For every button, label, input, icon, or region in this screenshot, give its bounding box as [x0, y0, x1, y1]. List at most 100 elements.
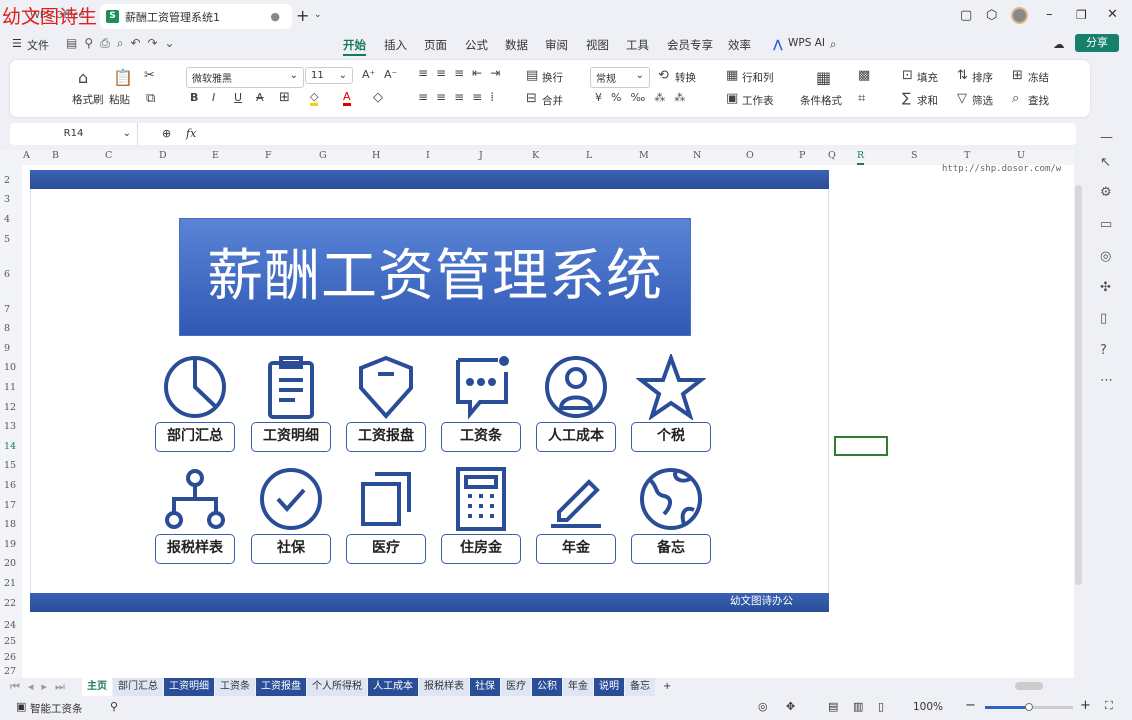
sheet-tab[interactable]: 人工成本 [368, 678, 418, 696]
macro-icon[interactable]: ⚲ [110, 700, 118, 713]
sheet-tab[interactable]: 报税样表 [419, 678, 469, 696]
font-name-select[interactable]: 微软雅黑⌄ [186, 67, 304, 88]
freeze-button[interactable]: 冻结 [1028, 70, 1049, 85]
cube-icon[interactable]: ⬡ [986, 8, 997, 23]
wrap-icon[interactable]: ▤ [526, 68, 538, 83]
tile-message[interactable]: 工资条 [441, 354, 521, 452]
row-header[interactable]: 8 [4, 323, 10, 334]
convert-button[interactable]: 转换 [675, 70, 696, 85]
font-color-icon[interactable]: A [343, 90, 351, 106]
column-header[interactable]: M [639, 150, 649, 165]
chevron-down-icon[interactable]: ⌄ [314, 10, 322, 20]
tab-view[interactable]: 视图 [586, 37, 609, 53]
cut-icon[interactable]: ✂ [144, 68, 155, 83]
tile-globe[interactable]: 备忘 [631, 466, 711, 564]
sheet-tab[interactable]: 工资明细 [164, 678, 214, 696]
tools-icon[interactable]: ✣ [1100, 280, 1111, 295]
quick-access-icons[interactable]: ▤⚲⎙⌕↶↷⌄ [66, 36, 182, 51]
align-icons[interactable]: ≡≡≡⇤⇥ [418, 66, 508, 80]
row-header[interactable]: 19 [4, 539, 16, 550]
sheet-nav-icons[interactable]: ⏮◂▸⏭ [10, 680, 73, 694]
sheet-tab[interactable]: 主页 [82, 678, 112, 696]
conditional-format-button[interactable]: 条件格式 [800, 93, 842, 108]
column-header[interactable]: R [857, 150, 864, 165]
sum-icon[interactable]: ∑ [902, 91, 911, 106]
sheet-tab[interactable]: 备忘 [625, 678, 655, 696]
fill-button[interactable]: 填充 [917, 70, 938, 85]
row-header[interactable]: 18 [4, 519, 16, 530]
column-header[interactable]: J [479, 150, 483, 165]
column-header[interactable]: G [319, 150, 327, 165]
row-header[interactable]: 14 [4, 441, 16, 452]
tab-formula[interactable]: 公式 [465, 37, 488, 53]
decrease-font-icon[interactable]: A⁻ [384, 68, 397, 81]
row-header[interactable]: 6 [4, 269, 10, 280]
tab-wps-ai[interactable]: WPS AI [788, 37, 825, 49]
tile-check-circle[interactable]: 社保 [251, 466, 331, 564]
tile-tag[interactable]: 工资报盘 [346, 354, 426, 452]
document-tab[interactable]: S 薪酬工资管理系统1 ● [100, 4, 292, 29]
tab-efficiency[interactable]: 效率 [728, 37, 751, 53]
row-header[interactable]: 24 [4, 620, 16, 631]
sheet-tab[interactable]: 工资报盘 [256, 678, 306, 696]
row-header[interactable]: 25 [4, 636, 16, 647]
copy-icon[interactable]: ⧉ [146, 91, 155, 106]
row-header[interactable]: 2 [4, 175, 10, 186]
column-header[interactable]: T [964, 150, 970, 165]
wrap-button[interactable]: 换行 [542, 70, 563, 85]
sheet-tab[interactable]: 年金 [563, 678, 593, 696]
row-col-icon[interactable]: ▦ [726, 68, 738, 83]
sheet-tab[interactable]: 说明 [594, 678, 624, 696]
row-header[interactable]: 22 [4, 598, 16, 609]
file-menu[interactable]: 文件 [27, 37, 49, 53]
row-header[interactable]: 27 [4, 666, 16, 677]
underline-icon[interactable]: U [234, 91, 242, 104]
column-header[interactable]: A [23, 150, 30, 165]
tile-pencil[interactable]: 年金 [536, 466, 616, 564]
row-header[interactable]: 11 [4, 382, 16, 393]
new-tab-button[interactable]: + [296, 6, 309, 25]
tab-home[interactable]: 开始 [343, 37, 366, 56]
tile-star[interactable]: 个税 [631, 354, 711, 452]
row-header[interactable]: 5 [4, 234, 10, 245]
smart-payslip-button[interactable]: 智能工资条 [30, 701, 83, 716]
tab-tools[interactable]: 工具 [626, 37, 649, 53]
tile-pie-chart[interactable]: 部门汇总 [155, 354, 235, 452]
style-icon[interactable]: ◎ [1100, 249, 1111, 264]
fullscreen-icon[interactable]: ⛶ [1105, 699, 1113, 713]
fill-icon[interactable]: ⊡ [902, 68, 913, 83]
vertical-scrollbar[interactable] [1074, 165, 1084, 673]
filter-icon[interactable]: ▽ [957, 91, 967, 106]
row-header[interactable]: 4 [4, 214, 10, 225]
column-header[interactable]: C [105, 150, 112, 165]
number-icons[interactable]: ¥%‰⁂⁂ [595, 91, 694, 104]
paste-icon[interactable]: 📋 [113, 68, 133, 87]
row-header[interactable]: 10 [4, 362, 16, 373]
merge-button[interactable]: 合并 [542, 93, 563, 108]
row-col-button[interactable]: 行和列 [742, 70, 774, 85]
page-break-icon[interactable]: ▯ [878, 700, 884, 713]
sheet-tab[interactable]: 工资条 [215, 678, 255, 696]
tab-insert[interactable]: 插入 [384, 37, 407, 53]
find-icon[interactable]: ⌕ [1012, 91, 1019, 106]
column-header[interactable]: P [799, 150, 805, 165]
selected-cell[interactable] [834, 436, 888, 456]
border-icon[interactable]: ⊞ [279, 90, 290, 105]
number-format-select[interactable]: 常规⌄ [590, 67, 650, 88]
eye-protect-icon[interactable]: ◎ [758, 700, 768, 713]
column-header[interactable]: B [52, 150, 59, 165]
horizontal-scrollbar[interactable] [1015, 682, 1043, 690]
settings-icon[interactable]: ⚙ [1100, 185, 1112, 200]
formula-input[interactable] [210, 125, 1070, 143]
fill-color-icon[interactable]: ◇ [310, 90, 318, 106]
row-header[interactable]: 13 [4, 421, 16, 432]
worksheet-button[interactable]: 工作表 [742, 93, 774, 108]
unsaved-dot-icon[interactable]: ● [270, 10, 280, 23]
row-header[interactable]: 9 [4, 343, 10, 354]
column-header[interactable]: E [212, 150, 219, 165]
freeze-icon[interactable]: ⊞ [1012, 68, 1023, 83]
increase-font-icon[interactable]: A⁺ [362, 68, 375, 81]
normal-view-icon[interactable]: ▤ [828, 700, 838, 713]
cloud-icon[interactable]: ☁ [1053, 37, 1065, 51]
share-button[interactable]: 分享 [1075, 34, 1119, 52]
